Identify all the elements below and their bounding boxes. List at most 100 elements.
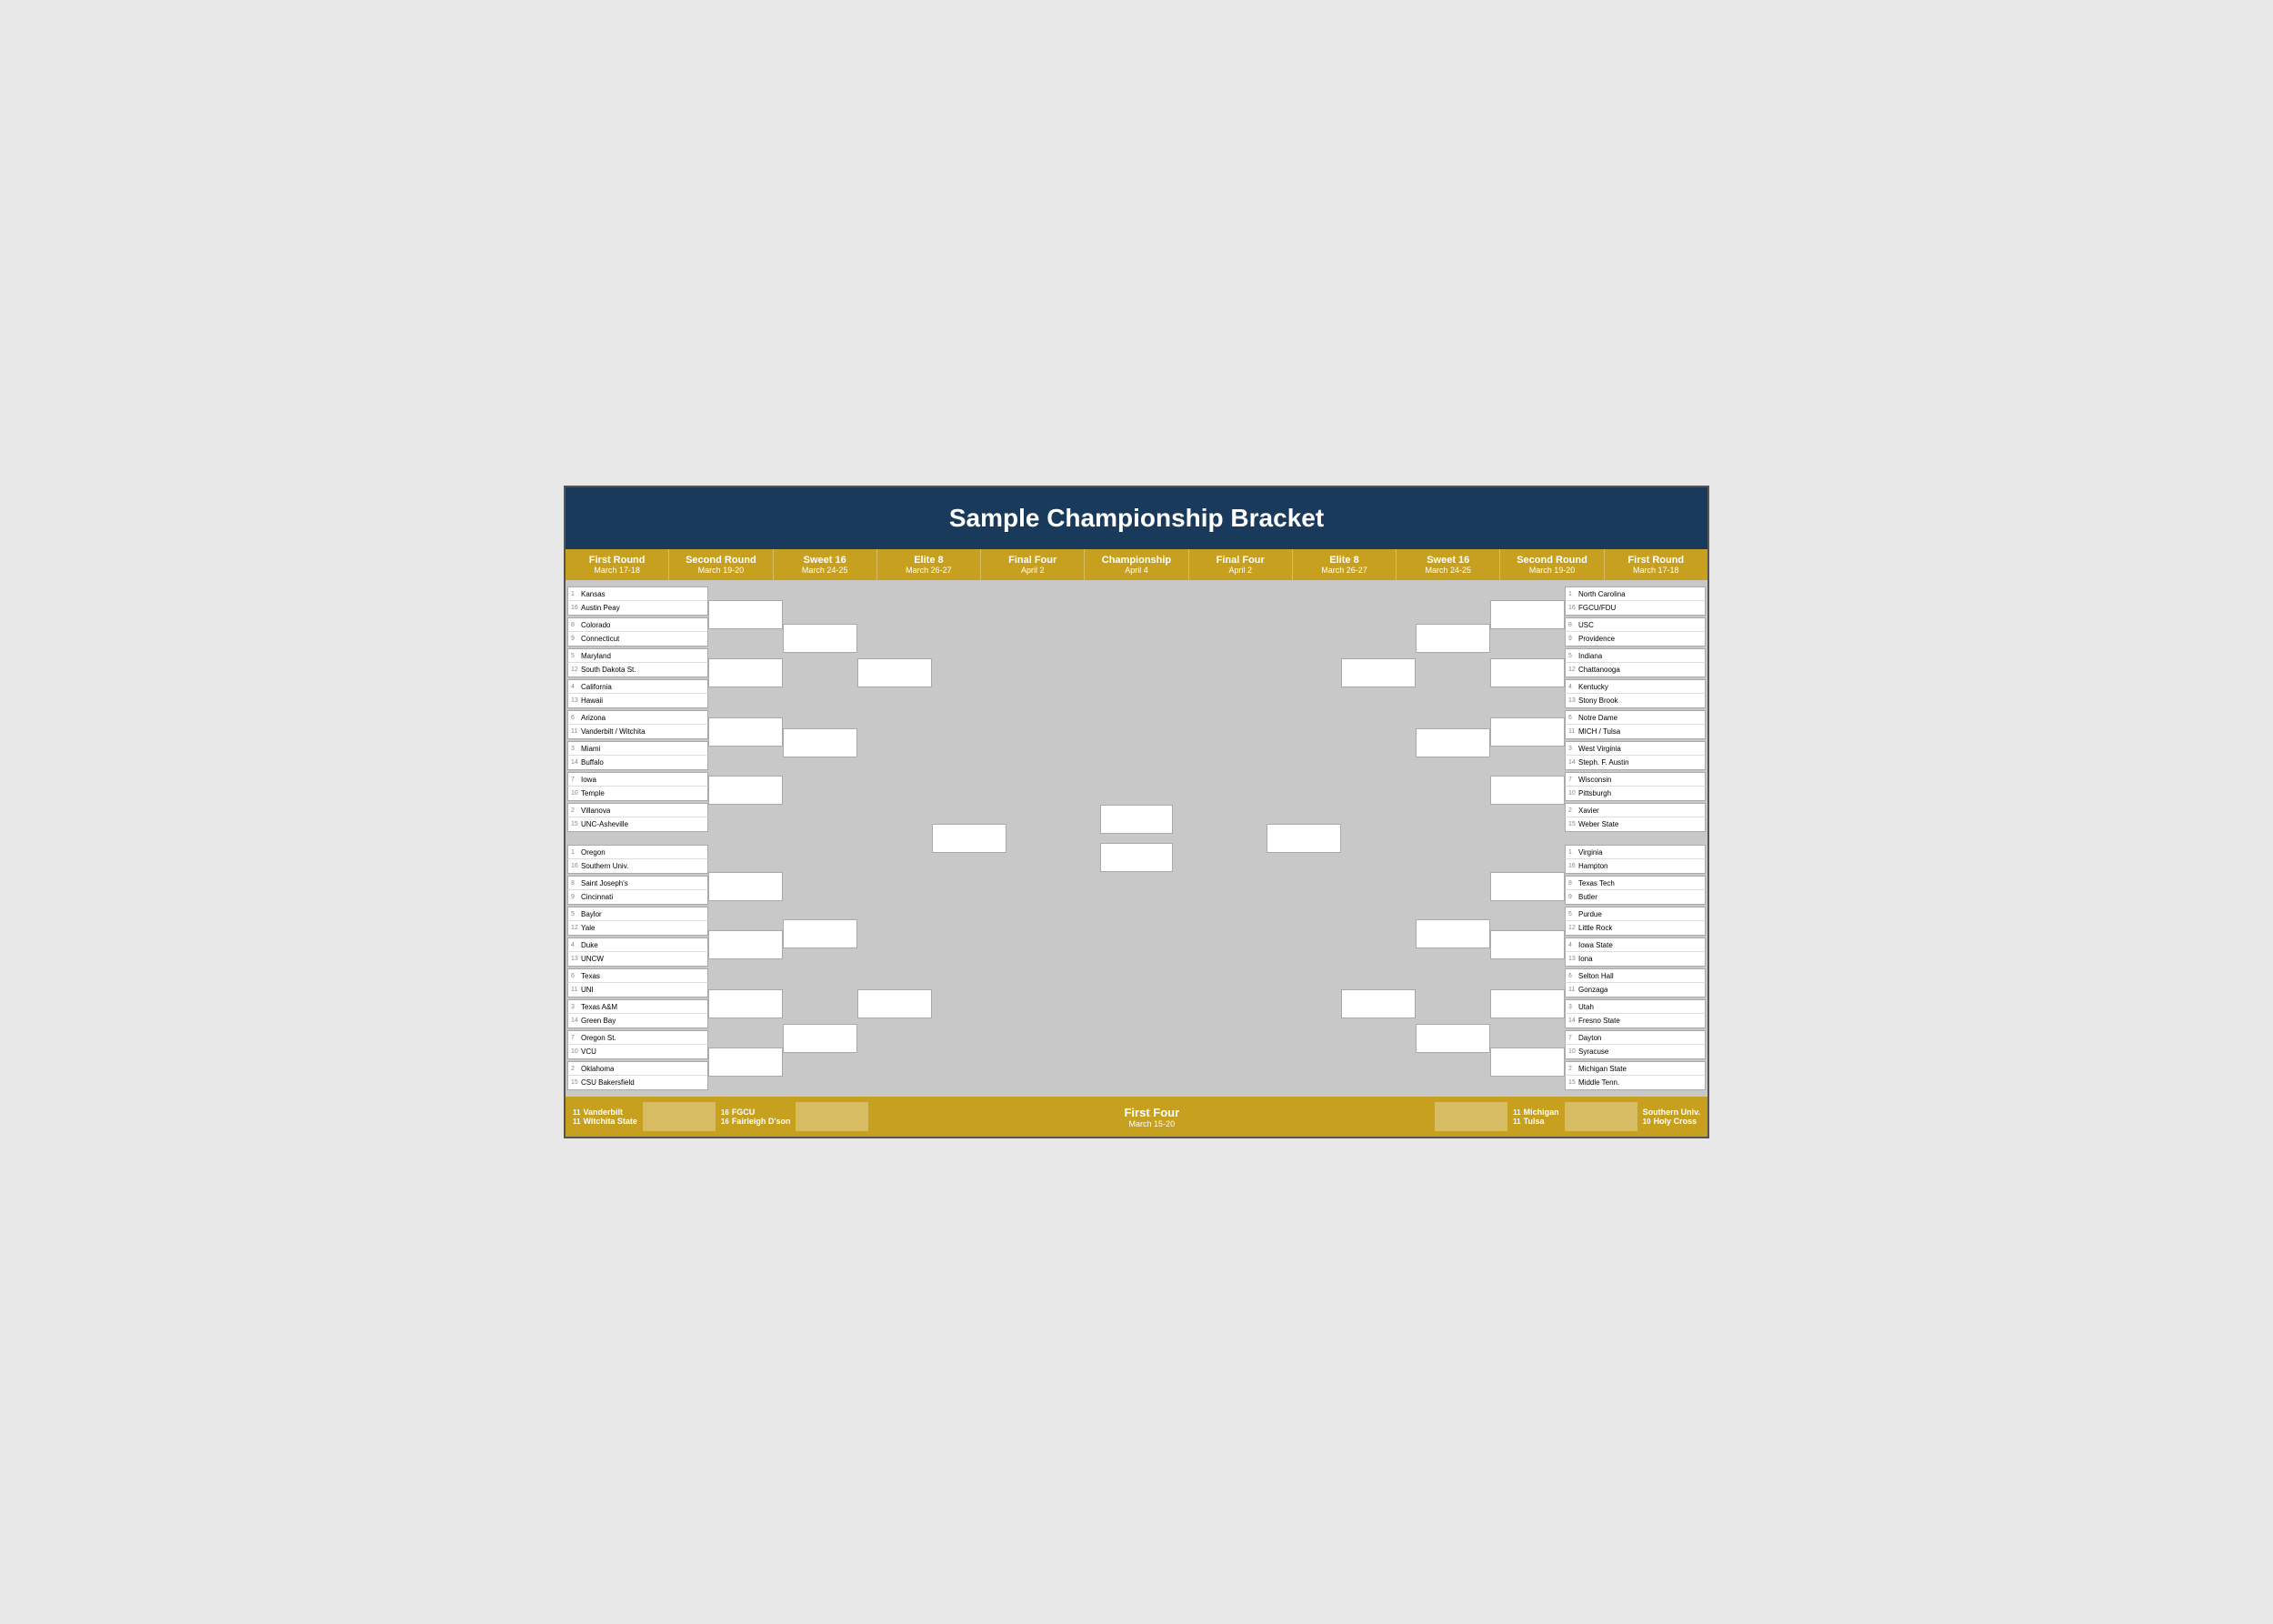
team-slot: 12 South Dakota St.: [567, 663, 708, 677]
r1-left: 1 Kansas 16 Austin Peay 8 Colorado 9 Con…: [567, 586, 708, 1091]
result-box: [857, 658, 932, 687]
team-slot: 12 Chattanooga: [1565, 663, 1706, 677]
r5-right: [1267, 586, 1341, 1091]
team-slot: 14 Steph. F. Austin: [1565, 756, 1706, 770]
result-box: [708, 600, 783, 629]
team-slot: 15 UNC-Asheville: [567, 817, 708, 832]
r3-right: [1416, 586, 1490, 1091]
team-slot: 3 West Virginia: [1565, 741, 1706, 756]
team-slot: 9 Providence: [1565, 632, 1706, 647]
result-box: [708, 989, 783, 1018]
matchup: 3 West Virginia 14 Steph. F. Austin: [1565, 741, 1706, 770]
rh-elite8-left: Elite 8 March 26-27: [877, 549, 981, 580]
team-slot: 3 Texas A&M: [567, 999, 708, 1014]
team-slot: 9 Connecticut: [567, 632, 708, 647]
team-slot: 11 Vanderbilt / Witchita: [567, 725, 708, 739]
result-box: [1490, 658, 1565, 687]
team-slot: 4 California: [567, 679, 708, 694]
ff-left-2: 16 FGCU 16 Fairleigh D'son: [721, 1108, 791, 1126]
rh-second-round-left: Second Round March 19-20: [669, 549, 773, 580]
matchup: 8 Saint Joseph's 9 Cincinnati: [567, 876, 708, 905]
team-slot: 4 Iowa State: [1565, 937, 1706, 952]
team-slot: 13 Iona: [1565, 952, 1706, 967]
r3-left: [783, 586, 857, 1091]
team-slot: 5 Purdue: [1565, 907, 1706, 921]
ff-right-2: Southern Univ. 10 Holy Cross: [1643, 1108, 1700, 1126]
result-box: [783, 919, 857, 948]
team-slot: 16 Southern Univ.: [567, 859, 708, 874]
result-box: [1490, 600, 1565, 629]
team-slot: 16 Hampton: [1565, 859, 1706, 874]
ff-box-4: [1565, 1102, 1637, 1131]
matchup: 1 Oregon 16 Southern Univ.: [567, 845, 708, 874]
matchup: 4 California 13 Hawaii: [567, 679, 708, 708]
matchup: 2 Michigan State 15 Middle Tenn.: [1565, 1061, 1706, 1090]
team-slot: 14 Buffalo: [567, 756, 708, 770]
team-slot: 8 Colorado: [567, 617, 708, 632]
center-col: [1096, 586, 1177, 1091]
team-slot: 7 Dayton: [1565, 1030, 1706, 1045]
team-slot: 8 Texas Tech: [1565, 876, 1706, 890]
round-headers: First Round March 17-18 Second Round Mar…: [566, 549, 1707, 580]
team-slot: 15 Middle Tenn.: [1565, 1076, 1706, 1090]
result-box: [1416, 728, 1490, 757]
team-slot: 16 Austin Peay: [567, 601, 708, 616]
matchup: 2 Xavier 15 Weber State: [1565, 803, 1706, 832]
matchup: 7 Dayton 10 Syracuse: [1565, 1030, 1706, 1059]
matchup: 1 Virginia 16 Hampton: [1565, 845, 1706, 874]
team-slot: 16 FGCU/FDU: [1565, 601, 1706, 616]
team-slot: 3 Miami: [567, 741, 708, 756]
team-slot: 8 USC: [1565, 617, 1706, 632]
team-slot: 2 Xavier: [1565, 803, 1706, 817]
bracket-body: 1 Kansas 16 Austin Peay 8 Colorado 9 Con…: [566, 580, 1707, 1097]
first-four-bar: 11 Vanderbilt 11 Witchita State 16 FGCU …: [566, 1097, 1707, 1137]
result-box: [932, 824, 1006, 853]
region-spacer: [567, 833, 708, 844]
ff-right-1: 11 Michigan 11 Tulsa: [1513, 1108, 1558, 1126]
result-box: [708, 1048, 783, 1077]
result-box: [1490, 1048, 1565, 1077]
rh-ff-left: Final Four April 2: [981, 549, 1085, 580]
team-slot: 1 Kansas: [567, 586, 708, 601]
result-box: [1490, 717, 1565, 747]
result-box: [783, 1024, 857, 1053]
team-slot: 6 Arizona: [567, 710, 708, 725]
result-box: [708, 872, 783, 901]
team-slot: 5 Indiana: [1565, 648, 1706, 663]
ff-box-1: [643, 1102, 716, 1131]
team-slot: 6 Notre Dame: [1565, 710, 1706, 725]
matchup: 4 Iowa State 13 Iona: [1565, 937, 1706, 967]
rh-elite8-right: Elite 8 March 26-27: [1293, 549, 1397, 580]
result-box: [1416, 624, 1490, 653]
result-box: [1416, 919, 1490, 948]
result-box: [708, 658, 783, 687]
team-slot: 10 Temple: [567, 787, 708, 801]
team-slot: 1 North Carolina: [1565, 586, 1706, 601]
matchup: 6 Notre Dame 11 MICH / Tulsa: [1565, 710, 1706, 739]
matchup: 2 Villanova 15 UNC-Asheville: [567, 803, 708, 832]
rh-first-round-right: First Round March 17-18: [1605, 549, 1707, 580]
matchup: 5 Maryland 12 South Dakota St.: [567, 648, 708, 677]
team-slot: 14 Green Bay: [567, 1014, 708, 1028]
team-slot: 13 Stony Brook: [1565, 694, 1706, 708]
matchup: 4 Kentucky 13 Stony Brook: [1565, 679, 1706, 708]
result-box: [783, 728, 857, 757]
matchup: 6 Texas 11 UNI: [567, 968, 708, 997]
matchup: 6 Arizona 11 Vanderbilt / Witchita: [567, 710, 708, 739]
result-box: [1416, 1024, 1490, 1053]
championship-box-bot: [1100, 843, 1173, 872]
ff-box-3: [1435, 1102, 1507, 1131]
right-side: 1 North Carolina 16 FGCU/FDU 8 USC 9 Pro…: [1177, 586, 1706, 1091]
ff-left-1: 11 Vanderbilt 11 Witchita State: [573, 1108, 637, 1126]
matchup: 2 Oklahoma 15 CSU Bakersfield: [567, 1061, 708, 1090]
team-slot: 7 Oregon St.: [567, 1030, 708, 1045]
result-box: [1490, 989, 1565, 1018]
r4-right: [1341, 586, 1416, 1091]
rh-first-round-left: First Round March 17-18: [566, 549, 669, 580]
team-slot: 10 Pittsburgh: [1565, 787, 1706, 801]
team-slot: 2 Oklahoma: [567, 1061, 708, 1076]
result-box: [857, 989, 932, 1018]
team-slot: 1 Virginia: [1565, 845, 1706, 859]
team-slot: 15 Weber State: [1565, 817, 1706, 832]
team-slot: 12 Yale: [567, 921, 708, 936]
